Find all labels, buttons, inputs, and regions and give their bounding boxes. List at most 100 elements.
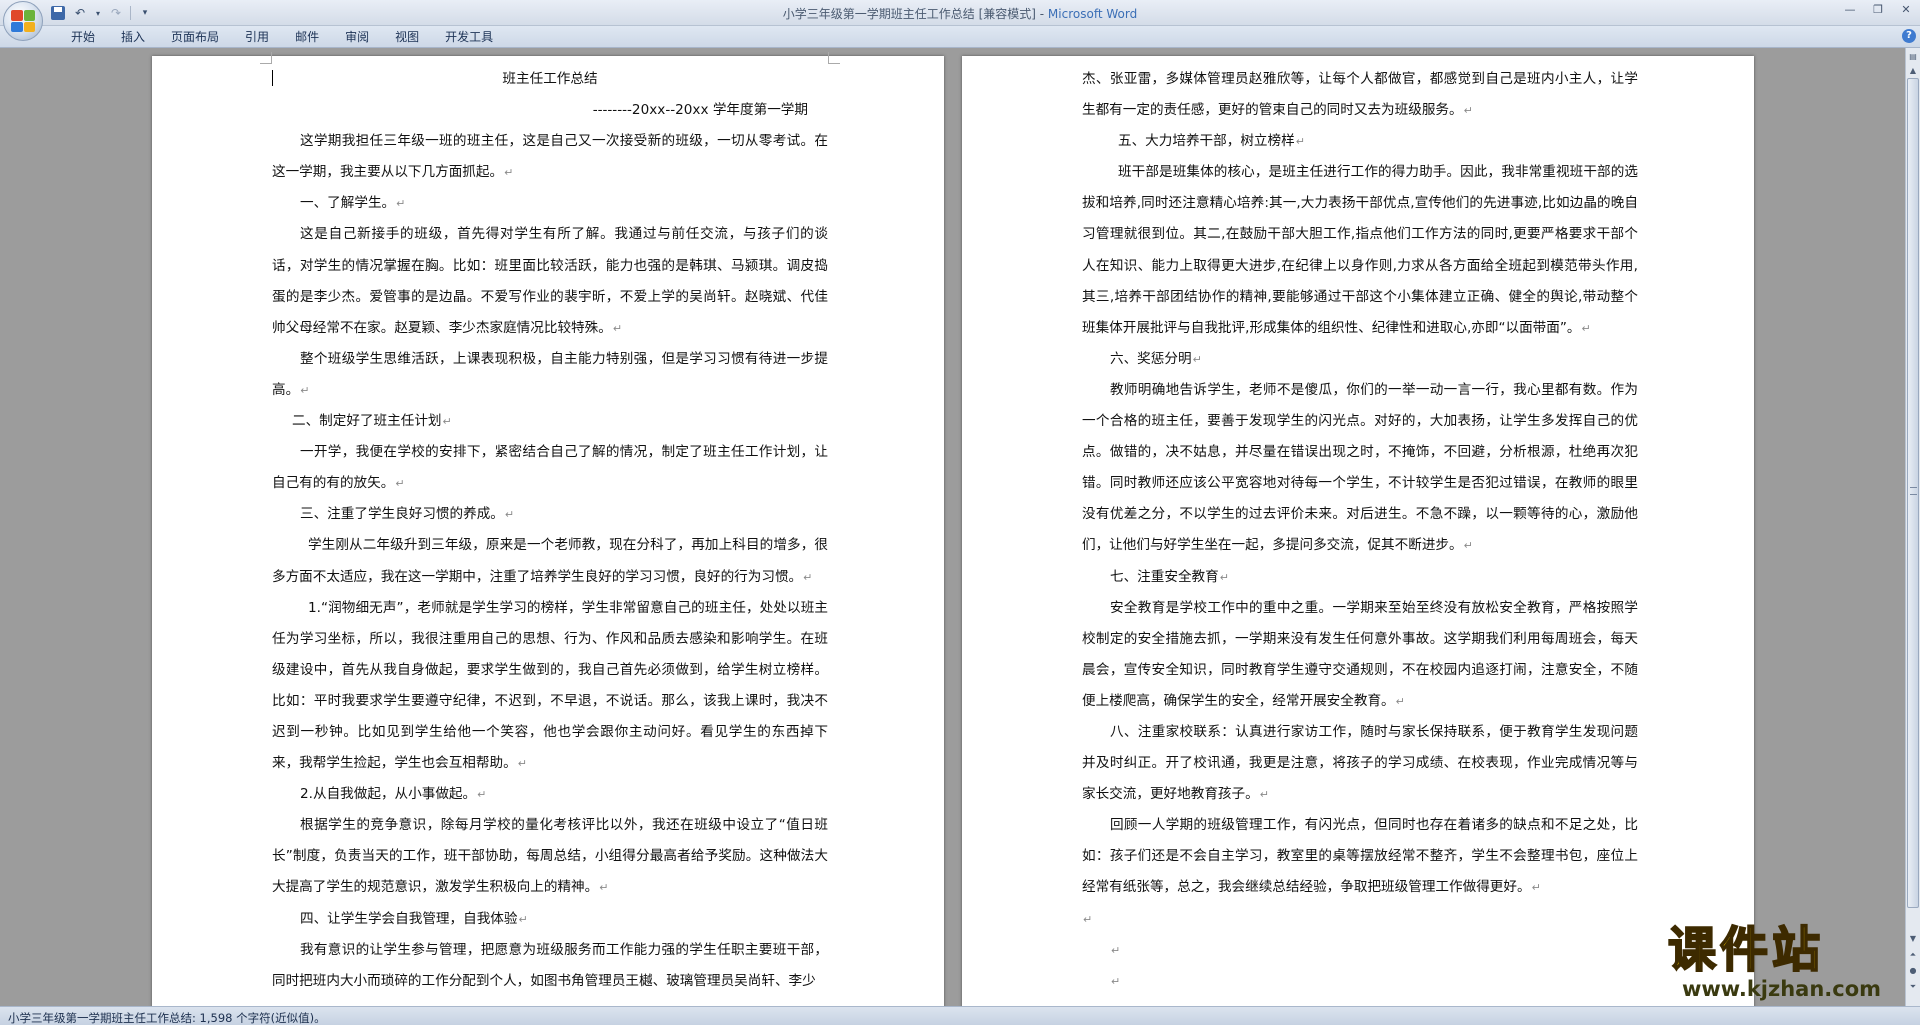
paragraph-mark: ↵ — [1463, 539, 1473, 553]
paragraph-mark: ↵ — [803, 570, 813, 584]
scroll-up-icon[interactable]: ▲ — [1907, 64, 1919, 78]
paragraph-mark: ↵ — [504, 508, 515, 522]
paragraph-text: 三、注重了学生良好习惯的养成。 — [300, 506, 504, 523]
document-page-left[interactable]: 班主任工作总结 --------20xx--20xx 学年度第一学期这学期我担任三… — [152, 52, 944, 1006]
paragraph-mark: ↵ — [442, 415, 452, 429]
office-logo-icon — [11, 10, 35, 32]
paragraph-text: 一、了解学生。 — [300, 195, 396, 212]
paragraph-text: 八、注重家校联系：认真进行家访工作，随时与家长保持联系，便于教育学生发现问题并及… — [1082, 723, 1638, 803]
site-watermark: 课件站 www.kjzhan.com — [1667, 921, 1913, 1006]
tab-insert[interactable]: 插入 — [108, 29, 158, 45]
word-count-status[interactable]: 小学三年级第一学期班主任工作总结: 1,598 个字符(近似值)。 — [8, 1010, 326, 1025]
paragraph[interactable]: 这是自己新接手的班级，首先得对学生有所了解。我通过与前任交流，与孩子们的谈话，对… — [272, 219, 828, 343]
paragraph[interactable]: ↵ — [1082, 904, 1638, 935]
paragraph[interactable]: 整个班级学生思维活跃，上课表现积极，自主能力特别强，但是学习习惯有待进一步提高。… — [272, 344, 828, 406]
paragraph[interactable]: 一、了解学生。↵ — [272, 188, 828, 219]
paragraph-text: 根据学生的竞争意识，除每月学校的量化考核评比以外，我还在班级中设立了“值日班长”… — [272, 817, 828, 896]
paragraph[interactable]: 五、大力培养干部，树立榜样↵ — [1082, 126, 1638, 157]
paragraph[interactable]: 根据学生的竞争意识，除每月学校的量化考核评比以外，我还在班级中设立了“值日班长”… — [272, 810, 828, 903]
tab-developer[interactable]: 开发工具 — [432, 29, 506, 45]
paragraph-text: 这学期我担任三年级一班的班主任，这是自己又一次接受新的班级，一切从零考试。在这一… — [272, 133, 828, 181]
paragraph-mark: ↵ — [599, 881, 609, 895]
app-name: Microsoft Word — [1047, 7, 1138, 21]
close-icon[interactable]: ✕ — [1898, 2, 1914, 16]
paragraph-mark: ↵ — [300, 383, 310, 397]
text-cursor — [272, 70, 273, 86]
vertical-scrollbar[interactable]: ▤ ▲ ▼ ⏶ ● ⏷ — [1905, 48, 1920, 1006]
paragraph-mark: ↵ — [612, 321, 623, 335]
document-page-right[interactable]: 杰、张亚雷，多媒体管理员赵雅欣等，让每个人都做官，都感觉到自己是班内小主人，让学… — [962, 56, 1754, 1006]
paragraph-text: 1.“润物细无声”，老师就是学生学习的榜样，学生非常留意自己的班主任，处处以班主… — [272, 599, 828, 772]
page-text-left[interactable]: 班主任工作总结 --------20xx--20xx 学年度第一学期这学期我担任三… — [272, 64, 828, 997]
paragraph[interactable]: 学生刚从二年级升到三年级，原来是一个老师教，现在分科了，再加上科目的增多，很多方… — [272, 530, 828, 592]
restore-icon[interactable]: ❐ — [1870, 2, 1886, 16]
paragraph-text: 班干部是班集体的核心，是班主任进行工作的得力助手。因此，我非常重视班干部的选拔和… — [1082, 164, 1638, 336]
paragraph[interactable]: 教师明确地告诉学生，老师不是傻瓜，你们的一举一动一言一行，我心里都有数。作为一个… — [1082, 375, 1638, 562]
paragraph-text: 四、让学生学会自我管理，自我体验 — [300, 910, 518, 927]
paragraph-mark: ↵ — [1111, 943, 1121, 957]
paragraph-text: 整个班级学生思维活跃，上课表现积极，自主能力特别强，但是学习习惯有待进一步提高。 — [272, 350, 828, 398]
paragraph-mark: ↵ — [395, 477, 405, 491]
tab-references[interactable]: 引用 — [232, 29, 282, 45]
tab-page-layout[interactable]: 页面布局 — [158, 29, 232, 45]
window-title: 小学三年级第一学期班主任工作总结 [兼容模式] - Microsoft Word — [0, 5, 1920, 22]
paragraph-text: 七、注重安全教育 — [1110, 568, 1219, 585]
paragraph-text: 一开学，我便在学校的安排下，紧密结合自己了解的情况，制定了班主任工作计划，让自己… — [272, 444, 828, 492]
page-text-right[interactable]: 杰、张亚雷，多媒体管理员赵雅欣等，让每个人都做官，都感觉到自己是班内小主人，让学… — [1082, 64, 1638, 997]
paragraph[interactable]: 杰、张亚雷，多媒体管理员赵雅欣等，让每个人都做官，都感觉到自己是班内小主人，让学… — [1082, 64, 1638, 126]
paragraph[interactable]: 我有意识的让学生参与管理，把愿意为班级服务而工作能力强的学生任职主要班干部，同时… — [272, 935, 828, 997]
title-bar: ↶ ▾ ↷ ▾ 小学三年级第一学期班主任工作总结 [兼容模式] - Micros… — [0, 0, 1920, 26]
paragraph-mark: ↵ — [1395, 694, 1405, 708]
help-icon[interactable]: ? — [1902, 29, 1916, 43]
scrollbar-thumb[interactable] — [1907, 78, 1919, 908]
ruler-toggle-icon[interactable]: ▤ — [1907, 50, 1919, 64]
paragraph-text: 二、制定好了班主任计划 — [292, 413, 442, 430]
paragraph-mark: ↵ — [1463, 104, 1473, 118]
paragraph[interactable]: 二、制定好了班主任计划↵ — [272, 406, 828, 437]
paragraph-mark: ↵ — [1295, 135, 1305, 149]
paragraph[interactable]: 班主任工作总结 — [272, 64, 828, 95]
watermark-name: 课件站 — [1667, 921, 1825, 979]
paragraph-mark: ↵ — [1219, 570, 1229, 584]
paragraph-mark: ↵ — [1083, 912, 1093, 926]
paragraph[interactable]: 回顾一人学期的班级管理工作，有闪光点，但同时也存在着诸多的缺点和不足之处，比如：… — [1082, 810, 1638, 903]
minimize-icon[interactable]: — — [1842, 2, 1858, 16]
watermark-url: www.kjzhan.com — [1682, 977, 1882, 1001]
paragraph[interactable]: 三、注重了学生良好习惯的养成。↵ — [272, 499, 828, 530]
paragraph-mark: ↵ — [1581, 321, 1591, 335]
paragraph-text: 教师明确地告诉学生，老师不是傻瓜，你们的一举一动一言一行，我心里都有数。作为一个… — [1082, 381, 1638, 554]
paragraph-text: 2.从自我做起，从小事做起。 — [300, 786, 477, 803]
paragraph[interactable]: 1.“润物细无声”，老师就是学生学习的榜样，学生非常留意自己的班主任，处处以班主… — [272, 593, 828, 780]
paragraph[interactable]: 四、让学生学会自我管理，自我体验↵ — [272, 904, 828, 935]
paragraph-mark: ↵ — [396, 197, 406, 211]
paragraph-text: 杰、张亚雷，多媒体管理员赵雅欣等，让每个人都做官，都感觉到自己是班内小主人，让学… — [1082, 71, 1638, 119]
paragraph-text: 学生刚从二年级升到三年级，原来是一个老师教，现在分科了，再加上科目的增多，很多方… — [272, 537, 828, 585]
ribbon-tab-bar: 开始 插入 页面布局 引用 邮件 审阅 视图 开发工具 ? — [0, 26, 1920, 48]
office-button[interactable] — [3, 1, 43, 41]
tab-home[interactable]: 开始 — [58, 29, 108, 45]
paragraph[interactable]: ↵ — [1082, 935, 1638, 966]
window-controls: — ❐ ✕ — [1842, 2, 1914, 16]
paragraph-text: 五、大力培养干部，树立榜样 — [1118, 133, 1295, 150]
paragraph[interactable]: 2.从自我做起，从小事做起。↵ — [272, 779, 828, 810]
paragraph-text: 安全教育是学校工作中的重中之重。一学期来至始至终没有放松安全教育，严格按照学校制… — [1082, 599, 1638, 709]
document-workspace: 班主任工作总结 --------20xx--20xx 学年度第一学期这学期我担任三… — [0, 48, 1905, 1006]
tab-mailings[interactable]: 邮件 — [282, 29, 332, 45]
paragraph[interactable]: 七、注重安全教育↵ — [1082, 562, 1638, 593]
paragraph[interactable]: --------20xx--20xx 学年度第一学期 — [272, 95, 828, 126]
paragraph[interactable]: ↵ — [1082, 966, 1638, 997]
tab-review[interactable]: 审阅 — [332, 29, 382, 45]
tab-view[interactable]: 视图 — [382, 29, 432, 45]
paragraph-mark: ↵ — [477, 788, 487, 802]
paragraph[interactable]: 八、注重家校联系：认真进行家访工作，随时与家长保持联系，便于教育学生发现问题并及… — [1082, 717, 1638, 810]
paragraph[interactable]: 班干部是班集体的核心，是班主任进行工作的得力助手。因此，我非常重视班干部的选拔和… — [1082, 157, 1638, 344]
paragraph[interactable]: 六、奖惩分明↵ — [1082, 344, 1638, 375]
paragraph-text: 班主任工作总结 — [502, 71, 598, 87]
paragraph-text: 回顾一人学期的班级管理工作，有闪光点，但同时也存在着诸多的缺点和不足之处，比如：… — [1082, 817, 1638, 896]
paragraph-text: 我有意识的让学生参与管理，把愿意为班级服务而工作能力强的学生任职主要班干部，同时… — [272, 941, 828, 989]
paragraph[interactable]: 安全教育是学校工作中的重中之重。一学期来至始至终没有放松安全教育，严格按照学校制… — [1082, 593, 1638, 717]
paragraph-text: --------20xx--20xx 学年度第一学期 — [592, 102, 808, 119]
paragraph[interactable]: 这学期我担任三年级一班的班主任，这是自己又一次接受新的班级，一切从零考试。在这一… — [272, 126, 828, 188]
paragraph[interactable]: 一开学，我便在学校的安排下，紧密结合自己了解的情况，制定了班主任工作计划，让自己… — [272, 437, 828, 499]
ribbon-tabs: 开始 插入 页面布局 引用 邮件 审阅 视图 开发工具 — [58, 29, 506, 45]
